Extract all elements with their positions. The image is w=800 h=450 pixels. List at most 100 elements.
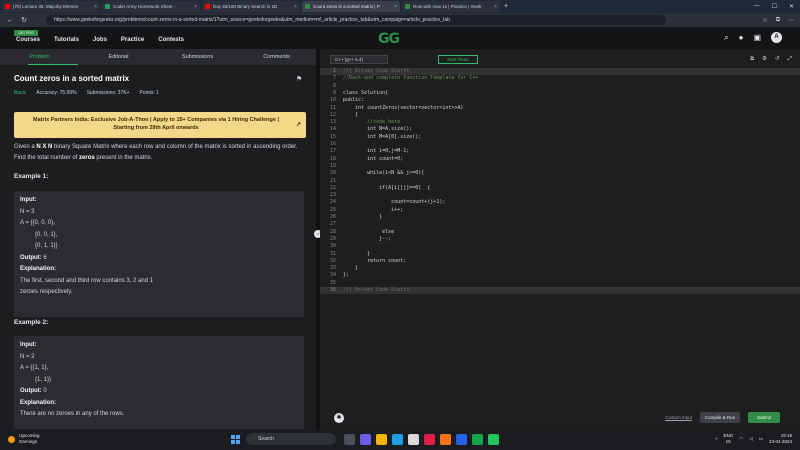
tab-comments[interactable]: Comments: [237, 54, 316, 60]
battery-icon[interactable]: ▭: [759, 436, 763, 442]
code-line[interactable]: 20 while(i<N && j>=0){: [320, 170, 800, 177]
code-line[interactable]: 24 count=count+(j+1);: [320, 199, 800, 206]
minimize-icon[interactable]: —: [754, 3, 760, 10]
code-line[interactable]: 15 int M=A[0].size();: [320, 134, 800, 141]
extensions-icon[interactable]: ⧉: [776, 17, 780, 24]
chevron-up-icon[interactable]: ^: [715, 437, 717, 442]
example-line: N = 2: [20, 353, 35, 360]
weather-widget[interactable]: Upcoming Earnings: [8, 433, 40, 445]
task-view-icon[interactable]: [344, 434, 355, 445]
external-link-icon[interactable]: ↗: [296, 121, 301, 129]
close-tab-icon[interactable]: ×: [294, 4, 297, 10]
compile-run-button[interactable]: Compile & Run: [700, 412, 740, 423]
clock[interactable]: 19:19 23-04-2024: [769, 433, 792, 445]
copy-icon[interactable]: ⧉: [750, 56, 754, 63]
report-icon[interactable]: ⚑: [296, 75, 302, 83]
code-line[interactable]: 19: [320, 163, 800, 170]
reset-icon[interactable]: ↺: [775, 56, 780, 63]
new-tab-button[interactable]: +: [504, 3, 508, 10]
close-tab-icon[interactable]: ×: [194, 4, 197, 10]
close-tab-icon[interactable]: ×: [94, 4, 97, 10]
code-line[interactable]: 31 }: [320, 251, 800, 258]
star-icon[interactable]: ☆: [762, 17, 767, 24]
code-line[interactable]: 9 class Solution{: [320, 90, 800, 97]
wifi-icon[interactable]: ◠: [739, 436, 743, 442]
code-line[interactable]: 22 if(A[i][j]==0) {: [320, 185, 800, 192]
code-editor[interactable]: 1 //{ Driver Code Starts 7 //Back-end compl…: [320, 68, 800, 298]
code-line[interactable]: 18 int count=0;: [320, 156, 800, 163]
tab-editorial[interactable]: Editorial: [79, 54, 158, 60]
code-line[interactable]: 28 else: [320, 229, 800, 236]
code-line[interactable]: 10 public:: [320, 97, 800, 104]
code-line[interactable]: 16: [320, 141, 800, 148]
code-line[interactable]: 12 {: [320, 112, 800, 119]
submit-button[interactable]: Submit: [748, 412, 780, 423]
code-line[interactable]: 30: [320, 243, 800, 250]
teams-icon[interactable]: [360, 434, 371, 445]
code-line[interactable]: 8: [320, 83, 800, 90]
code-line[interactable]: 33 }: [320, 265, 800, 272]
code-line[interactable]: 32 return count;: [320, 258, 800, 265]
reload-icon[interactable]: ↻: [20, 16, 28, 24]
avatar[interactable]: A: [771, 32, 782, 43]
notification-icon[interactable]: ▣: [753, 33, 761, 42]
bug-report-icon[interactable]: ✱: [334, 412, 344, 423]
code-line[interactable]: 14 int N=A.size();: [320, 126, 800, 133]
file-explorer-icon[interactable]: [376, 434, 387, 445]
code-line[interactable]: 1 //{ Driver Code Starts: [320, 68, 800, 76]
hiring-banner[interactable]: Matrix Partners India: Exclusive Job-A-T…: [14, 112, 306, 138]
gfg-logo[interactable]: GG: [378, 31, 400, 47]
code-line[interactable]: 11 int countZeros(vector<vector<int>>A): [320, 105, 800, 112]
menu-item-courses[interactable]: Courses: [16, 37, 40, 43]
maximize-icon[interactable]: ☐: [772, 3, 777, 10]
code-line[interactable]: 26 }: [320, 214, 800, 221]
code-line[interactable]: 35: [320, 280, 800, 287]
theme-toggle-icon[interactable]: ●: [739, 33, 744, 42]
vscode-icon[interactable]: [456, 434, 467, 445]
custom-input-link[interactable]: Custom Input: [665, 415, 692, 420]
browser-tab[interactable]: Day 46/180 Binary Search in 2D ×: [202, 1, 300, 12]
close-tab-icon[interactable]: ×: [494, 4, 497, 10]
menu-item-contests[interactable]: Contests: [158, 37, 184, 43]
code-line[interactable]: 36 //{ Driver Code Starts.: [320, 287, 800, 295]
fullscreen-icon[interactable]: ⤢: [788, 56, 792, 63]
code-line[interactable]: 27: [320, 221, 800, 228]
settings-icon[interactable]: ⚙: [762, 56, 767, 63]
menu-item-practice[interactable]: Practice: [121, 37, 144, 43]
language-select[interactable]: C++ (g++ 5.4): [330, 54, 388, 64]
edge-icon[interactable]: [392, 434, 403, 445]
code-line[interactable]: 23: [320, 192, 800, 199]
line-number: 27: [329, 221, 336, 228]
code-line[interactable]: 25 i++;: [320, 207, 800, 214]
chrome-icon[interactable]: [472, 434, 483, 445]
browser-tab[interactable]: Coder Army Homework Sheet - ×: [102, 1, 200, 12]
search-icon[interactable]: ⌕: [724, 33, 728, 43]
store-icon[interactable]: [408, 434, 419, 445]
language-indicator[interactable]: ENG IN: [724, 433, 734, 445]
app-icon[interactable]: [488, 434, 499, 445]
tab-submissions[interactable]: Submissions: [158, 54, 237, 60]
close-tab-icon[interactable]: ×: [394, 4, 397, 10]
code-line[interactable]: 13 //code here: [320, 119, 800, 126]
tab-problem[interactable]: Problem: [0, 54, 79, 60]
taskbar-search[interactable]: Search: [246, 433, 336, 445]
url-field[interactable]: https://www.geeksforgeeks.org/problems/c…: [46, 15, 666, 25]
browser-tab[interactable]: Count zeros in a sorted matrix | P ×: [302, 1, 400, 12]
code-line[interactable]: 17 int i=0,j=M-1;: [320, 148, 800, 155]
code-line[interactable]: 29 j--;: [320, 236, 800, 243]
browser-tab[interactable]: Row with max 1s | Practice | Geek ×: [402, 1, 500, 12]
back-icon[interactable]: ←: [6, 17, 14, 24]
start-icon[interactable]: [231, 435, 240, 444]
menu-dots-icon[interactable]: ⋯: [788, 17, 794, 24]
start-timer-button[interactable]: Start Timer: [438, 54, 478, 64]
code-line[interactable]: 21: [320, 178, 800, 185]
close-icon[interactable]: ✕: [789, 3, 794, 10]
volume-icon[interactable]: ◁: [749, 436, 752, 442]
app-icon[interactable]: [440, 434, 451, 445]
menu-item-jobs[interactable]: Jobs: [93, 37, 107, 43]
app-icon[interactable]: [424, 434, 435, 445]
code-line[interactable]: 34};: [320, 272, 800, 279]
browser-tab[interactable]: (70) Lecture 35: Majority Elemen ×: [2, 1, 100, 12]
menu-item-tutorials[interactable]: Tutorials: [54, 37, 79, 43]
code-line[interactable]: 7 //Back-end complete function Template f…: [320, 75, 800, 82]
